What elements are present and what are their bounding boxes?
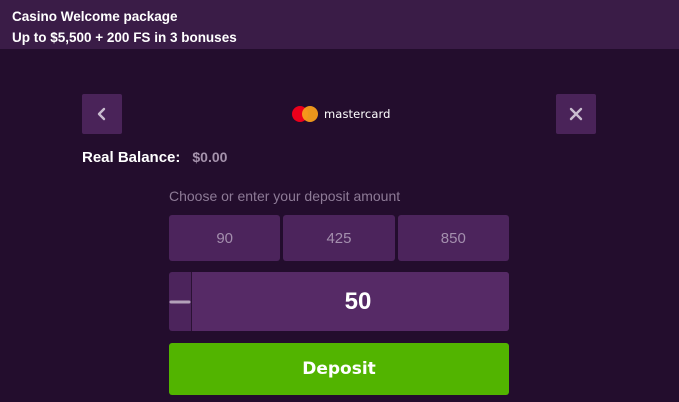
back-button[interactable] (82, 94, 122, 134)
preset-amount-425[interactable]: 425 (283, 215, 395, 261)
preset-amount-850[interactable]: 850 (397, 215, 509, 261)
promo-subtitle: Up to $5,500 + 200 FS in 3 bonuses (12, 30, 237, 45)
preset-amounts: 90 425 850 (169, 215, 509, 261)
preset-amount-90[interactable]: 90 (169, 215, 281, 261)
deposit-button[interactable]: Deposit (169, 343, 509, 395)
payment-method-name: mastercard (324, 107, 391, 121)
minus-icon (169, 300, 191, 303)
chevron-left-icon (97, 107, 106, 121)
promo-title: Casino Welcome package (12, 9, 178, 24)
real-balance: Real Balance: $0.00 (82, 149, 227, 166)
close-button[interactable] (556, 94, 596, 134)
mastercard-logo-icon (292, 104, 320, 124)
close-icon (569, 107, 583, 121)
amount-stepper (169, 272, 509, 331)
deposit-hint: Choose or enter your deposit amount (169, 188, 401, 204)
decrease-amount-button[interactable] (169, 272, 192, 331)
payment-method-brand: mastercard (292, 104, 391, 124)
deposit-amount-input[interactable] (192, 272, 509, 331)
promo-banner: Casino Welcome package Up to $5,500 + 20… (0, 0, 679, 49)
balance-value: $0.00 (192, 149, 228, 165)
balance-label: Real Balance: (82, 149, 181, 166)
